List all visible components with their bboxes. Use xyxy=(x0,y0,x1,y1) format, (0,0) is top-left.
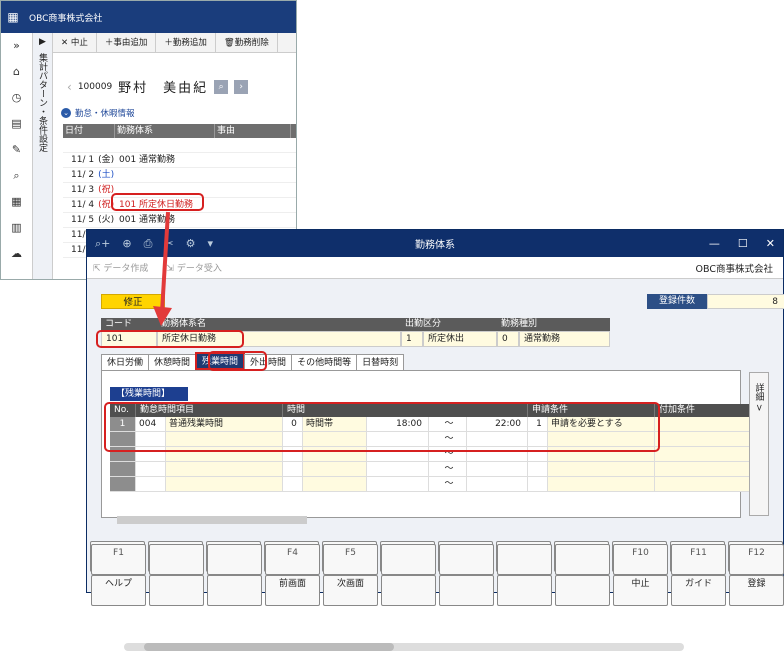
status-bar xyxy=(117,516,307,524)
tab-other-time[interactable]: その他時間等 xyxy=(291,354,358,370)
chevron-right-icon[interactable]: ▶ xyxy=(33,37,52,47)
function-key-button[interactable] xyxy=(496,541,552,606)
app-grid-icon[interactable]: ▦ xyxy=(1,10,25,24)
attendance-table-header: 日付 勤務体系 事由 xyxy=(63,124,296,138)
section-title: 勤怠・休暇情報 xyxy=(75,109,135,119)
condition-vertical-tab[interactable]: ▶ 集計パターン・条件設定 xyxy=(33,33,53,279)
function-key-button[interactable] xyxy=(438,541,494,606)
tab-break-time[interactable]: 休憩時間 xyxy=(148,354,197,370)
row-date: 11/ 3 (祝) xyxy=(71,185,115,195)
row-date: 11/ 1 (金) xyxy=(71,155,115,165)
search-icon[interactable]: ⌕ xyxy=(214,79,229,94)
record-count: 登録件数 8 xyxy=(647,294,784,309)
row-reason xyxy=(215,213,291,227)
books-icon[interactable]: ▥ xyxy=(1,215,32,241)
window-title: 勤務体系 xyxy=(415,240,455,251)
type-code-field[interactable]: 0 xyxy=(497,331,519,347)
attend-code-field[interactable]: 1 xyxy=(401,331,423,347)
document-icon[interactable]: ▤ xyxy=(1,111,32,137)
attend-name-field: 所定休出 xyxy=(423,331,497,347)
horizontal-scrollbar[interactable] xyxy=(124,643,684,651)
delete-work-button[interactable]: 🗑勤務削除 xyxy=(216,33,278,53)
minimize-icon[interactable]: — xyxy=(709,237,720,250)
row-reason xyxy=(215,198,291,212)
row-date: 11/ 4 (祝) xyxy=(71,200,115,210)
grid-row[interactable]: ～ xyxy=(110,462,750,477)
calendar-icon[interactable]: ▦ xyxy=(1,189,32,215)
function-key-button[interactable] xyxy=(554,541,610,606)
scroll-thumb[interactable] xyxy=(144,643,394,651)
function-key-button[interactable]: F4 前画面 xyxy=(264,541,320,606)
add-reason-button[interactable]: ＋事由追加 xyxy=(97,33,157,53)
function-key-button[interactable] xyxy=(206,541,262,606)
function-key-bar: F1 ヘルプ F4 前画面 F5 次画面 F10 中止 F11 ガイド F12 登録 xyxy=(87,541,784,606)
function-key-button[interactable] xyxy=(380,541,436,606)
row-date: 11/ 2 (土) xyxy=(71,170,115,180)
highlight-back-row xyxy=(111,193,204,211)
function-key-button[interactable]: F1 ヘルプ xyxy=(90,541,146,606)
company-name: OBC商事株式会社 xyxy=(695,263,773,275)
row-reason xyxy=(215,153,291,167)
edit-document-icon[interactable]: ✎ xyxy=(1,137,32,163)
vertical-tab-label: 集計パターン・条件設定 xyxy=(37,53,47,152)
cancel-button[interactable]: ✕ 中止 xyxy=(53,33,97,53)
side-rail: » ⌂ ◷ ▤ ✎ ⌕ ▦ ▥ ☁ xyxy=(1,33,33,279)
type-name-field: 通常勤務 xyxy=(519,331,610,347)
function-key-button[interactable] xyxy=(148,541,204,606)
table-row[interactable]: 11/ 1 (金) 001 通常勤務 xyxy=(63,153,296,168)
next-employee-icon[interactable]: › xyxy=(234,79,249,94)
row-work: 001 通常勤務 xyxy=(119,215,176,225)
table-row[interactable]: 11/ 2 (土) xyxy=(63,168,296,183)
row-date: 11/ 5 (火) xyxy=(71,215,115,225)
prev-employee-icon[interactable]: ‹ xyxy=(67,80,72,94)
function-key-button[interactable]: F11 ガイド xyxy=(670,541,726,606)
section-header[interactable]: ⌄ 勤怠・休暇情報 xyxy=(61,107,135,119)
add-work-button[interactable]: ＋勤務追加 xyxy=(156,33,216,53)
window-controls: — ☐ ✕ xyxy=(709,237,775,250)
search-document-icon[interactable]: ⌕ xyxy=(1,163,32,189)
employee-header: ‹ 100009 野村 美由紀 ⌕ › xyxy=(67,77,249,96)
back-header: ▦ OBC商事株式会社 xyxy=(1,1,296,33)
count-value: 8 xyxy=(707,294,784,309)
detail-button[interactable]: 詳細 > xyxy=(749,372,769,516)
back-toolbar: ✕ 中止 ＋事由追加 ＋勤務追加 🗑勤務削除 xyxy=(53,33,296,53)
employee-code: 100009 xyxy=(77,81,113,92)
highlight-overtime-tab xyxy=(208,351,267,371)
type-header: 勤務種別 xyxy=(497,318,610,331)
maximize-icon[interactable]: ☐ xyxy=(738,237,748,250)
highlight-master-name xyxy=(96,330,244,348)
row-work: 001 通常勤務 xyxy=(119,155,176,165)
row-reason xyxy=(215,183,291,197)
panel-title: 【残業時間】 xyxy=(110,387,188,401)
function-key-button[interactable]: F10 中止 xyxy=(612,541,668,606)
attend-header: 出勤区分 xyxy=(401,318,497,331)
function-key-button[interactable]: F12 登録 xyxy=(728,541,784,606)
title-bar: ⌕+ ⊕ ⎙ ✂ ⚙ ▾ 勤務体系 — ☐ ✕ xyxy=(87,230,783,257)
tab-day-change[interactable]: 日替時刻 xyxy=(356,354,405,370)
row-reason xyxy=(215,168,291,182)
back-title: OBC商事株式会社 xyxy=(29,13,103,24)
mode-badge: 修正 xyxy=(101,294,165,309)
table-row[interactable]: 11/ 5 (火) 001 通常勤務 xyxy=(63,213,296,228)
highlight-overtime-row xyxy=(104,402,660,452)
cloud-icon[interactable]: ☁ xyxy=(1,241,32,267)
chevron-down-icon[interactable]: ⌄ xyxy=(61,108,71,118)
create-data-button[interactable]: ⇱ データ作成 xyxy=(93,261,148,274)
count-label: 登録件数 xyxy=(647,294,707,309)
employee-name: 野村 美由紀 xyxy=(118,81,209,96)
grid-row[interactable]: ～ xyxy=(110,477,750,492)
tab-holiday-work[interactable]: 休日労働 xyxy=(101,354,150,370)
clock-icon[interactable]: ◷ xyxy=(1,85,32,111)
import-data-button[interactable]: ⇲ データ受入 xyxy=(166,261,221,274)
sub-toolbar: ⇱ データ作成 ⇲ データ受入 OBC商事株式会社 xyxy=(87,257,783,279)
expand-icon[interactable]: » xyxy=(1,33,32,59)
home-icon[interactable]: ⌂ xyxy=(1,59,32,85)
close-icon[interactable]: ✕ xyxy=(766,237,775,250)
function-key-button[interactable]: F5 次画面 xyxy=(322,541,378,606)
row-work xyxy=(115,168,215,182)
